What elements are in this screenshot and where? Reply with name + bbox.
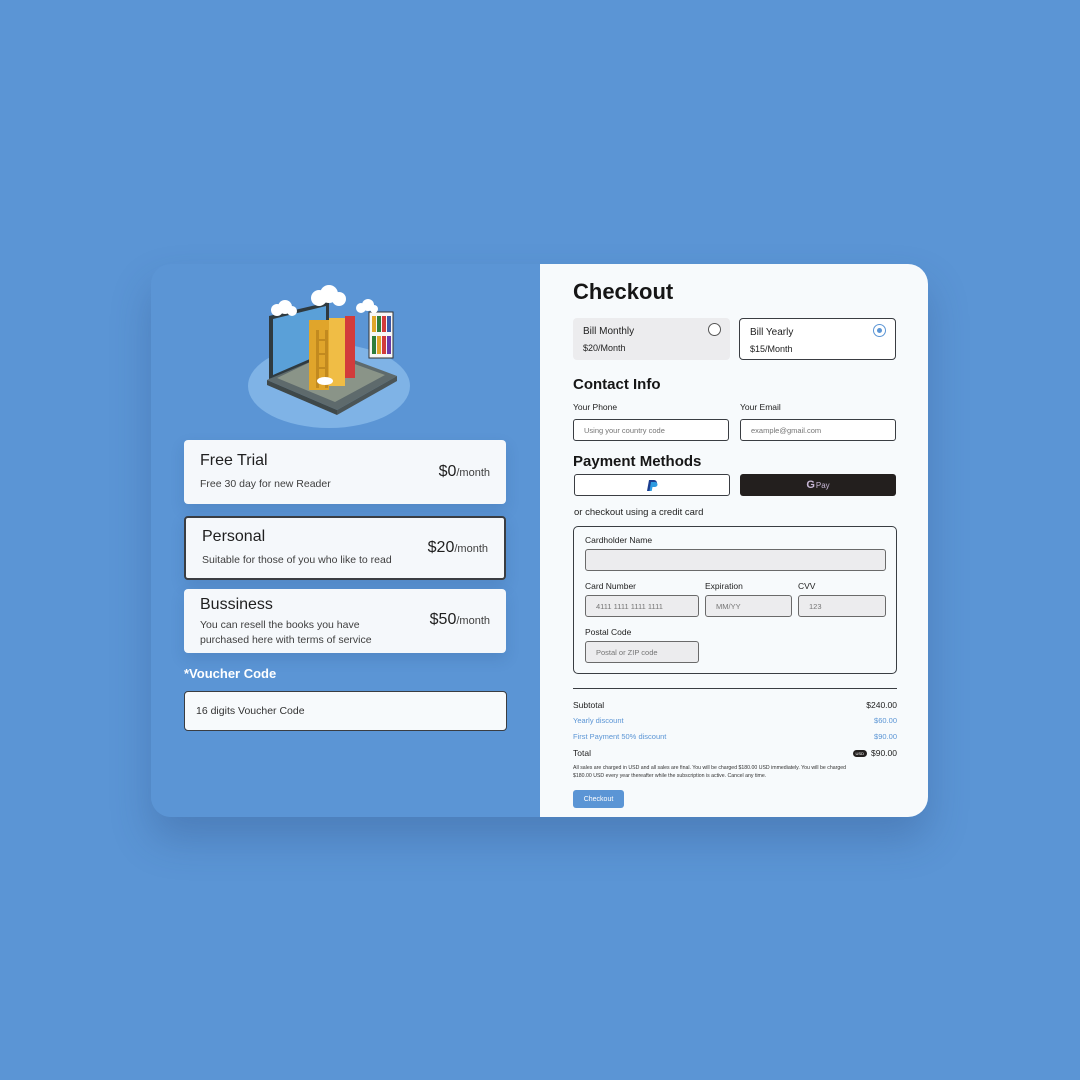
checkout-panel: Checkout Bill Monthly $20/Month Bill Yea… bbox=[540, 264, 928, 817]
price-unit: /month bbox=[456, 467, 490, 479]
gpay-label: Pay bbox=[815, 480, 830, 490]
plan-price: $50/month bbox=[430, 611, 490, 629]
expiration-input[interactable] bbox=[705, 595, 792, 617]
yearly-discount-label: Yearly discount bbox=[573, 716, 624, 725]
email-label: Your Email bbox=[740, 402, 781, 412]
bill-price: $15/Month bbox=[750, 344, 793, 354]
contact-info-heading: Contact Info bbox=[573, 376, 661, 393]
billing-note: All sales are charged in USD and all sal… bbox=[573, 765, 897, 780]
subtotal-row: Subtotal $240.00 bbox=[573, 700, 897, 710]
total-label: Total bbox=[573, 748, 591, 758]
price-amount: $50 bbox=[429, 611, 457, 628]
google-pay-button[interactable]: G Pay bbox=[740, 474, 896, 496]
postal-code-input[interactable] bbox=[585, 641, 699, 663]
cvv-input[interactable] bbox=[798, 595, 886, 617]
reading-laptop-illustration bbox=[248, 285, 410, 428]
yearly-discount-value: $60.00 bbox=[874, 716, 897, 725]
pricing-card: Free Trial Free 30 day for new Reader $0… bbox=[151, 264, 928, 817]
paypal-icon bbox=[647, 479, 658, 491]
page-title: Checkout bbox=[573, 279, 674, 304]
phone-label: Your Phone bbox=[573, 402, 618, 412]
bill-label: Bill Monthly bbox=[583, 326, 635, 337]
billing-note-line-1: All sales are charged in USD and all sal… bbox=[573, 765, 846, 771]
summary-divider bbox=[573, 688, 897, 689]
plan-business[interactable]: Bussiness You can resell the books you h… bbox=[184, 589, 506, 653]
currency-badge: USD bbox=[852, 750, 867, 758]
card-number-label: Card Number bbox=[585, 581, 637, 591]
subtotal-value: $240.00 bbox=[866, 700, 897, 710]
total-value: $90.00 bbox=[871, 748, 897, 758]
price-amount: $0 bbox=[438, 463, 457, 480]
plan-description-line-2: purchased here with terms of service bbox=[200, 634, 372, 646]
plan-name: Personal bbox=[202, 528, 266, 545]
billing-note-line-2: $180.00 USD every year thereafter while … bbox=[573, 772, 767, 779]
plan-name: Bussiness bbox=[200, 596, 273, 613]
price-unit: /month bbox=[454, 543, 488, 555]
plan-name: Free Trial bbox=[200, 452, 268, 469]
price-unit: /month bbox=[456, 615, 490, 627]
google-g-icon: G bbox=[806, 479, 815, 491]
cardholder-label: Cardholder Name bbox=[585, 535, 653, 545]
bill-yearly-option[interactable]: Bill Yearly $15/Month bbox=[739, 318, 896, 360]
plan-price: $20/month bbox=[428, 539, 488, 557]
plan-description: Free 30 day for new Reader bbox=[200, 478, 331, 490]
bill-label: Bill Yearly bbox=[750, 327, 794, 338]
expiration-label: Expiration bbox=[705, 581, 743, 591]
credit-card-divider-text: or checkout using a credit card bbox=[574, 507, 704, 518]
bill-monthly-option[interactable]: Bill Monthly $20/Month bbox=[573, 318, 730, 360]
radio-selected-icon[interactable] bbox=[873, 324, 886, 337]
bill-price: $20/Month bbox=[583, 343, 626, 353]
price-amount: $20 bbox=[427, 539, 455, 556]
postal-code-label: Postal Code bbox=[585, 627, 632, 637]
plan-description: Suitable for those of you who like to re… bbox=[202, 554, 392, 566]
first-payment-label: First Payment 50% discount bbox=[573, 732, 667, 741]
radio-icon[interactable] bbox=[708, 323, 721, 336]
card-number-input[interactable] bbox=[585, 595, 699, 617]
plan-description-line-1: You can resell the books you have bbox=[200, 619, 360, 631]
voucher-input[interactable] bbox=[184, 691, 507, 731]
subtotal-label: Subtotal bbox=[573, 700, 605, 710]
cardholder-input[interactable] bbox=[585, 549, 886, 571]
first-payment-row: First Payment 50% discount $90.00 bbox=[573, 732, 897, 741]
paypal-button[interactable] bbox=[574, 474, 730, 496]
total-value-group: USD $90.00 bbox=[852, 748, 897, 758]
plan-price: $0/month bbox=[439, 463, 490, 481]
plans-panel: Free Trial Free 30 day for new Reader $0… bbox=[151, 264, 540, 817]
payment-methods-heading: Payment Methods bbox=[573, 453, 702, 470]
checkout-button[interactable]: Checkout bbox=[573, 790, 624, 808]
phone-input[interactable] bbox=[573, 419, 729, 441]
plan-free-trial[interactable]: Free Trial Free 30 day for new Reader $0… bbox=[184, 440, 506, 504]
voucher-label: *Voucher Code bbox=[184, 666, 277, 681]
email-input[interactable] bbox=[740, 419, 896, 441]
yearly-discount-row: Yearly discount $60.00 bbox=[573, 716, 897, 725]
credit-card-form: Cardholder Name Card Number Expiration C… bbox=[573, 526, 897, 674]
total-row: Total USD $90.00 bbox=[573, 748, 897, 758]
plan-personal[interactable]: Personal Suitable for those of you who l… bbox=[184, 516, 506, 580]
first-payment-value: $90.00 bbox=[874, 732, 897, 741]
cvv-label: CVV bbox=[798, 581, 816, 591]
